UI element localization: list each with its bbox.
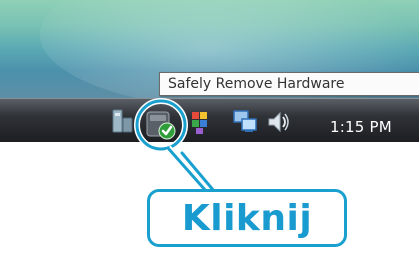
callout-label-box: Kliknij	[147, 189, 347, 247]
callout-label: Kliknij	[181, 197, 313, 239]
